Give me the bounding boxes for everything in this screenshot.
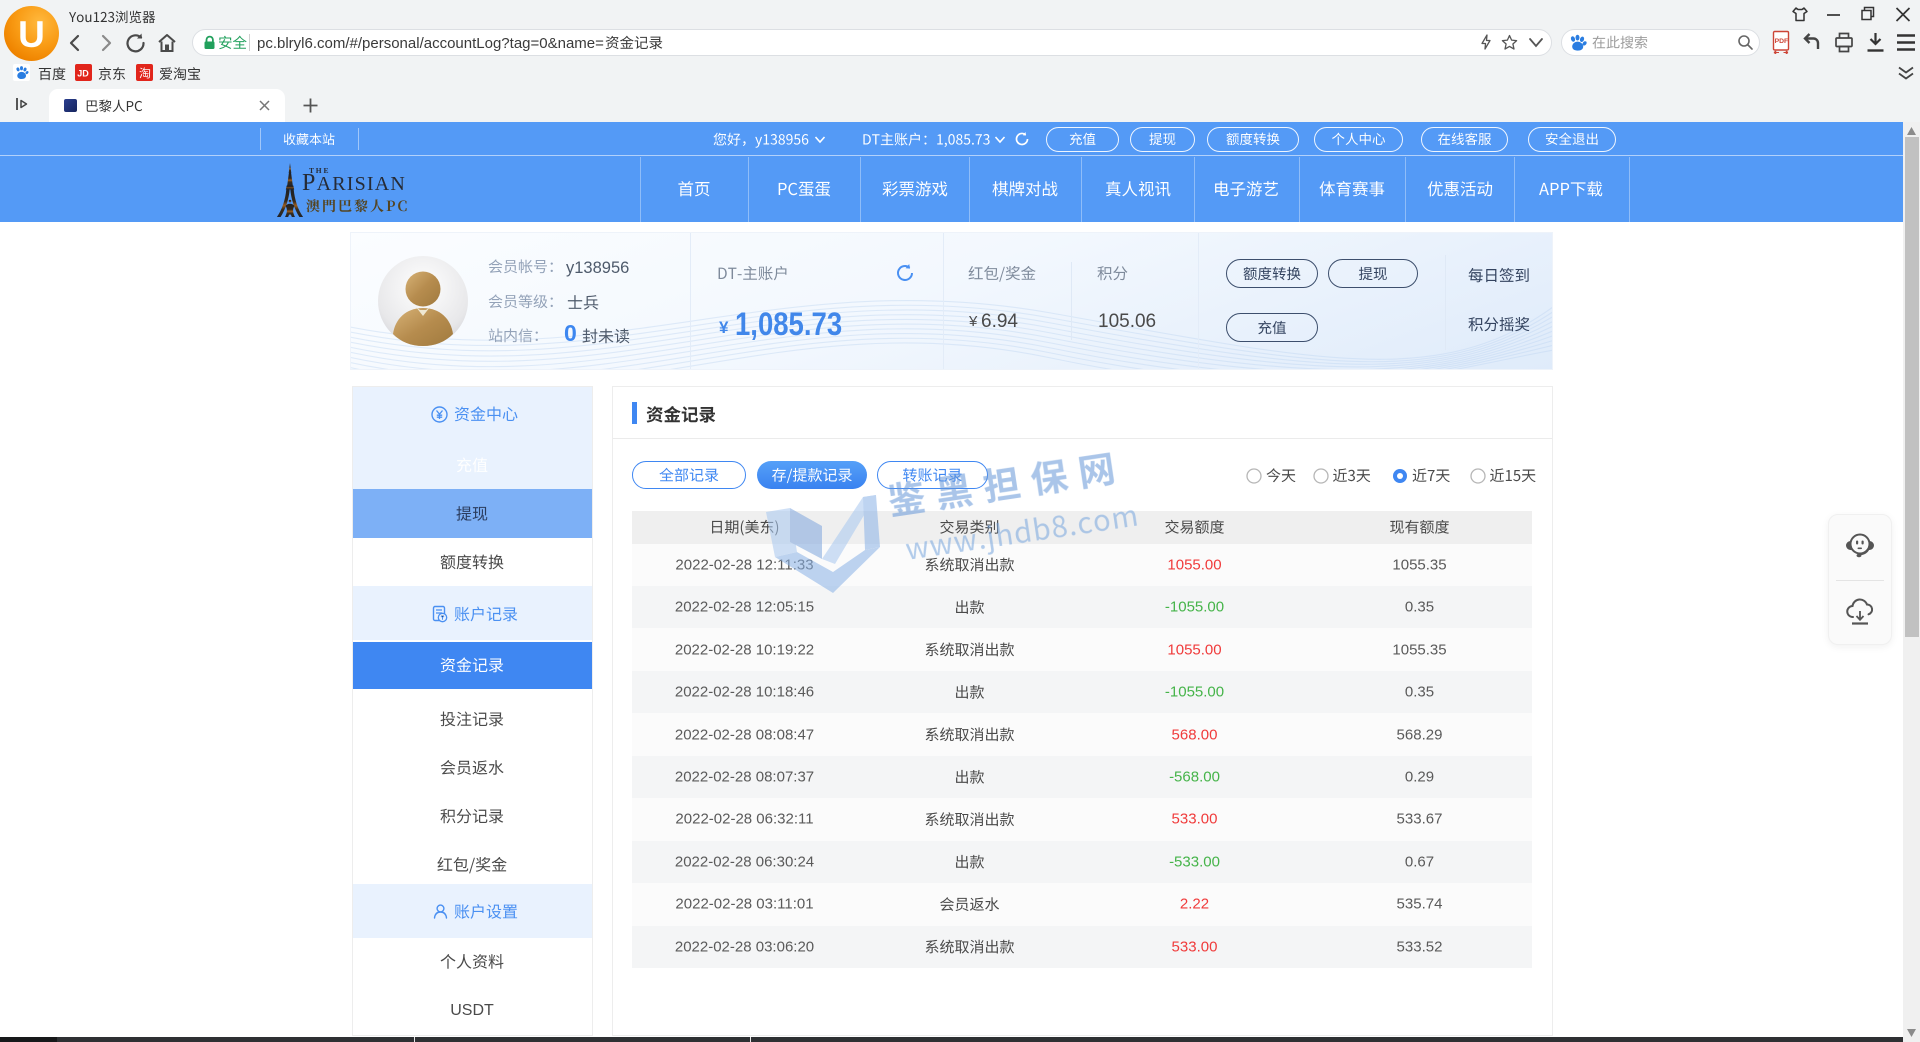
svg-text:JD: JD <box>77 69 89 79</box>
svg-text:PDF: PDF <box>1775 38 1789 45</box>
